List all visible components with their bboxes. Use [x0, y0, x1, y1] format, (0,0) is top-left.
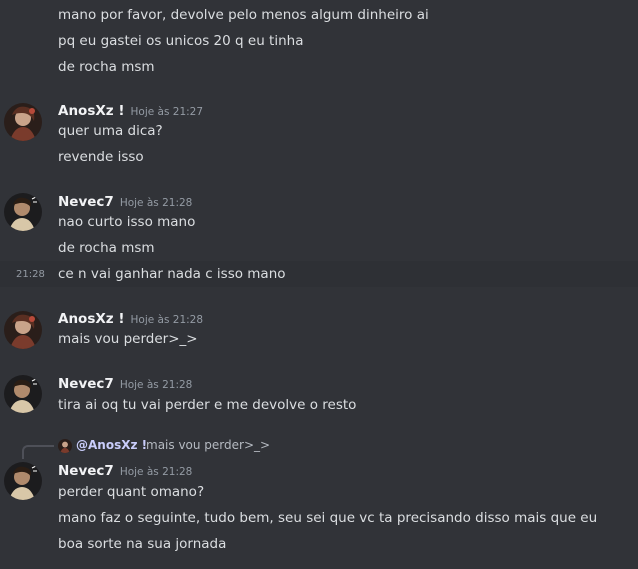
message-line: mano faz o seguinte, tudo bem, seu sei q…	[58, 510, 598, 526]
reply-spine	[22, 445, 54, 459]
timestamp: Hoje às 21:28	[119, 466, 193, 478]
message-header: Nevec7 Hoje às 21:28	[58, 461, 192, 481]
reply-author[interactable]: @AnosXz !	[76, 438, 147, 452]
avatar-nevec7[interactable]	[4, 193, 42, 231]
author-name[interactable]: Nevec7	[58, 376, 114, 392]
author-name[interactable]: Nevec7	[58, 194, 114, 210]
message-line: pq eu gastei os unicos 20 q eu tinha	[58, 33, 304, 49]
message-line: mano por favor, devolve pelo menos algum…	[58, 7, 429, 23]
message-line: ce n vai ganhar nada c isso mano	[58, 266, 286, 282]
author-name[interactable]: AnosXz !	[58, 103, 125, 119]
avatar-anosxz	[58, 439, 72, 453]
message-line: nao curto isso mano	[58, 214, 196, 230]
avatar-nevec7[interactable]	[4, 462, 42, 500]
timestamp: Hoje às 21:27	[130, 106, 204, 118]
message-line: de rocha msm	[58, 240, 155, 256]
message-line: perder quant omano?	[58, 484, 205, 500]
avatar-nevec7[interactable]	[4, 375, 42, 413]
author-name[interactable]: Nevec7	[58, 463, 114, 479]
reply-text: mais vou perder>_>	[146, 438, 271, 452]
timestamp: Hoje às 21:28	[119, 197, 193, 209]
avatar-anosxz[interactable]	[4, 311, 42, 349]
message-line: revende isso	[58, 149, 144, 165]
message-row-hovered[interactable]: 21:28 ce n vai ganhar nada c isso mano	[0, 261, 638, 287]
message-header: Nevec7 Hoje às 21:28	[58, 192, 192, 212]
timestamp: Hoje às 21:28	[119, 379, 193, 391]
message-header: Nevec7 Hoje às 21:28	[58, 374, 192, 394]
message-line: boa sorte na sua jornada	[58, 536, 227, 552]
message-header: AnosXz ! Hoje às 21:27	[58, 101, 203, 121]
message-line: mais vou perder>_>	[58, 331, 198, 347]
message-header: AnosXz ! Hoje às 21:28	[58, 309, 203, 329]
timestamp: Hoje às 21:28	[130, 314, 204, 326]
avatar-anosxz[interactable]	[4, 103, 42, 141]
message-line: de rocha msm	[58, 59, 155, 75]
message-line: tira ai oq tu vai perder e me devolve o …	[58, 397, 357, 413]
chat-messages-panel: mano por favor, devolve pelo menos algum…	[0, 0, 638, 569]
author-name[interactable]: AnosXz !	[58, 311, 125, 327]
hover-timestamp: 21:28	[16, 269, 45, 280]
message-line: quer uma dica?	[58, 123, 163, 139]
